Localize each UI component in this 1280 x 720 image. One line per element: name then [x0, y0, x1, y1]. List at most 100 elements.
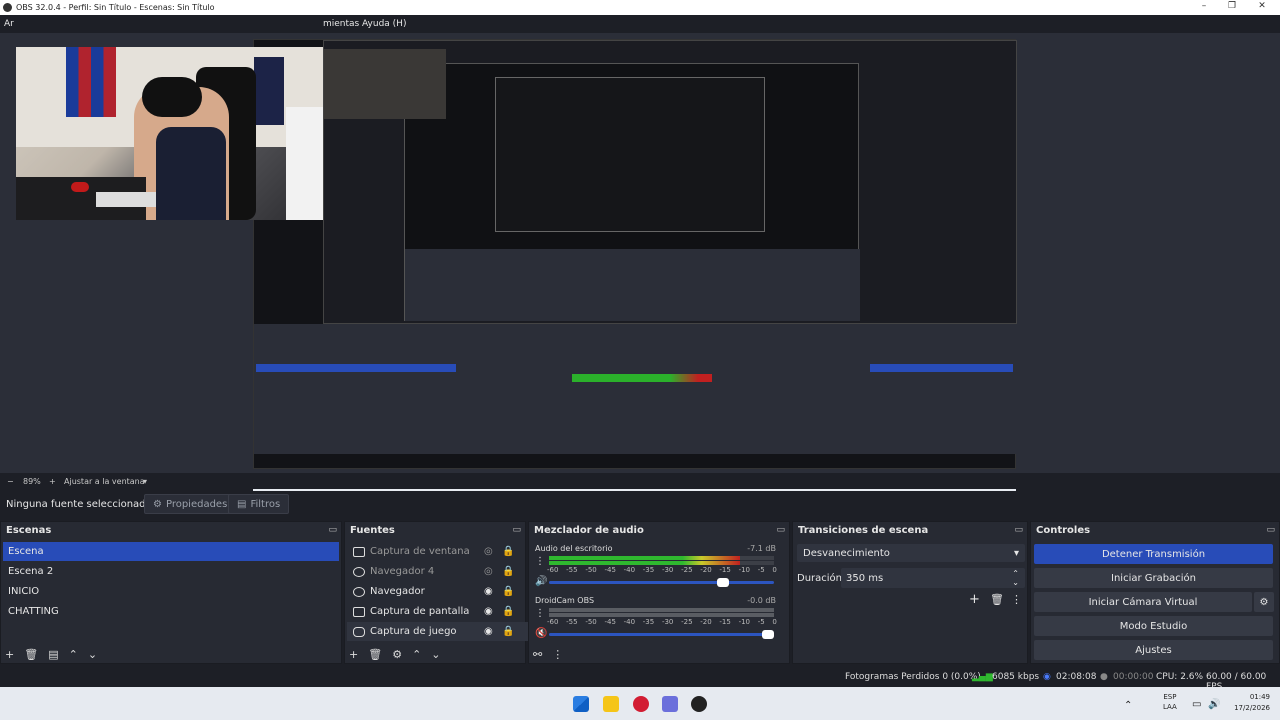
move-up-icon[interactable]: ⌃	[412, 648, 421, 661]
minimize-icon[interactable]: –	[1196, 1, 1212, 11]
obs-icon[interactable]	[691, 696, 707, 712]
filter-icon[interactable]: ▤	[48, 648, 58, 661]
meter-tick: -10	[738, 566, 750, 574]
scene-item[interactable]: Escena	[3, 542, 339, 561]
eye-icon[interactable]: ◉	[484, 586, 493, 597]
windows-start-icon[interactable]	[573, 696, 589, 712]
volume-knob[interactable]	[762, 630, 774, 639]
zoom-level: 89%	[23, 476, 41, 486]
preview-area[interactable]	[0, 33, 1280, 502]
lang-code: ESP	[1163, 693, 1177, 701]
preview-canvas[interactable]	[253, 39, 1017, 469]
kebab-menu-icon[interactable]: ⋮	[535, 556, 545, 567]
fit-window-dropdown[interactable]: Ajustar a la ventana	[64, 477, 145, 486]
meter-tick: -15	[719, 618, 731, 626]
zoom-in-button[interactable]: +	[49, 477, 56, 486]
level-meter	[549, 608, 774, 612]
scene-item[interactable]: CHATTING	[3, 602, 339, 621]
meter-tick: -35	[642, 566, 655, 574]
undock-icon[interactable]: ▭	[512, 525, 521, 535]
controls-dock: Controles ▭ Detener Transmisión Iniciar G…	[1030, 521, 1280, 664]
stepper-icon[interactable]: ⌃ ⌄	[1012, 569, 1019, 587]
kebab-menu-icon[interactable]: ⋮	[1011, 593, 1022, 606]
lock-icon[interactable]: 🔒	[502, 546, 514, 557]
trash-icon[interactable]: 🗑	[990, 593, 1004, 606]
source-item[interactable]: Captura de pantalla ◉ 🔒	[347, 602, 537, 621]
stop-stream-button[interactable]: Detener Transmisión	[1034, 544, 1273, 564]
gear-icon[interactable]: ⚙	[392, 648, 402, 661]
meter-tick: -45	[604, 618, 616, 626]
network-icon[interactable]: ▭	[1192, 699, 1201, 710]
meter-tick: -35	[642, 618, 655, 626]
volume-knob[interactable]	[717, 578, 729, 587]
mouse	[71, 182, 89, 192]
duration-input[interactable]: 350 ms ⌃ ⌄	[841, 568, 1025, 588]
zoom-bar: − 89% + Ajustar a la ventana ▾	[0, 473, 1280, 489]
eye-icon[interactable]: ◉	[484, 626, 493, 637]
start-recording-button[interactable]: Iniciar Grabación	[1034, 568, 1273, 588]
add-icon[interactable]: +	[349, 648, 358, 661]
kebab-menu-icon[interactable]: ⋮	[552, 648, 563, 661]
scene-item[interactable]: Escena 2	[3, 562, 339, 581]
kebab-menu-icon[interactable]: ⋮	[535, 608, 545, 619]
undock-icon[interactable]: ▭	[328, 525, 337, 535]
settings-button[interactable]: Ajustes	[1034, 640, 1273, 660]
add-icon[interactable]: +	[969, 592, 980, 607]
filters-button[interactable]: ▤ Filtros	[228, 494, 290, 514]
studio-mode-button[interactable]: Modo Estudio	[1034, 616, 1273, 636]
menu-help[interactable]: Ayuda (H)	[362, 19, 406, 29]
properties-button[interactable]: ⚙ Propiedades	[144, 494, 237, 514]
globe-icon	[353, 566, 365, 577]
clock[interactable]: 01:49 17/2/2026	[1226, 692, 1270, 714]
meter-tick: 0	[772, 618, 777, 626]
move-down-icon[interactable]: ⌄	[88, 648, 97, 661]
eye-hidden-icon[interactable]: ◎	[484, 566, 493, 577]
trash-icon[interactable]: 🗑	[24, 648, 38, 661]
move-down-icon[interactable]: ⌄	[431, 648, 440, 661]
eye-icon[interactable]: ◉	[484, 606, 493, 617]
add-icon[interactable]: +	[5, 648, 14, 661]
file-explorer-icon[interactable]	[603, 696, 619, 712]
undock-icon[interactable]: ▭	[1014, 525, 1023, 535]
globe-icon	[353, 586, 365, 597]
title-bar: OBS 32.0.4 - Perfil: Sin Título - Escena…	[0, 0, 1280, 15]
eye-hidden-icon[interactable]: ◎	[484, 546, 493, 557]
zoom-out-button[interactable]: −	[7, 477, 14, 486]
menu-tools[interactable]: mientas	[323, 19, 359, 29]
record-app-icon[interactable]	[633, 696, 649, 712]
transition-select[interactable]: Desvanecimiento ▾	[797, 544, 1025, 562]
volume-icon[interactable]: 🔊	[1208, 699, 1220, 710]
undock-icon[interactable]: ▭	[1266, 525, 1275, 535]
volume-slider[interactable]	[549, 630, 774, 639]
chevron-down-icon[interactable]: ▾	[143, 477, 147, 486]
source-label: Navegador	[370, 586, 425, 597]
close-icon[interactable]: ✕	[1254, 1, 1270, 11]
move-up-icon[interactable]: ⌃	[69, 648, 78, 661]
muted-speaker-icon[interactable]: 🔇	[535, 628, 547, 639]
virtual-camera-settings-button[interactable]: ⚙	[1254, 592, 1274, 612]
menu-file[interactable]: Ar	[4, 19, 14, 29]
speaker-icon[interactable]: 🔊	[535, 576, 547, 587]
language-indicator[interactable]: ESP LAA	[1163, 692, 1177, 712]
discord-icon[interactable]	[662, 696, 678, 712]
chevron-up-icon[interactable]: ⌃	[1124, 700, 1132, 711]
nested-preview-3	[495, 77, 765, 232]
lock-icon[interactable]: 🔒	[502, 586, 514, 597]
scene-item[interactable]: INICIO	[3, 582, 339, 601]
trash-icon[interactable]: 🗑	[368, 648, 382, 661]
source-item[interactable]: Captura de ventana ◎ 🔒	[347, 542, 537, 561]
link-icon[interactable]: ⚯	[533, 648, 542, 661]
lock-icon[interactable]: 🔒	[502, 606, 514, 617]
lock-icon[interactable]: 🔒	[502, 626, 514, 637]
menu-bar: Ar mientas Ayuda (H)	[0, 15, 1280, 33]
start-virtual-camera-button[interactable]: Iniciar Cámara Virtual	[1034, 592, 1252, 612]
source-item[interactable]: Navegador 4 ◎ 🔒	[347, 562, 537, 581]
stream-icon: ◉	[1043, 672, 1051, 682]
source-item[interactable]: Navegador ◉ 🔒	[347, 582, 537, 601]
lock-icon[interactable]: 🔒	[502, 566, 514, 577]
undock-icon[interactable]: ▭	[776, 525, 785, 535]
volume-slider[interactable]	[549, 578, 774, 587]
source-item[interactable]: Captura de juego ◉ 🔒	[347, 622, 537, 641]
maximize-icon[interactable]: ❐	[1224, 1, 1240, 11]
nested-stop-btn	[870, 364, 1013, 372]
